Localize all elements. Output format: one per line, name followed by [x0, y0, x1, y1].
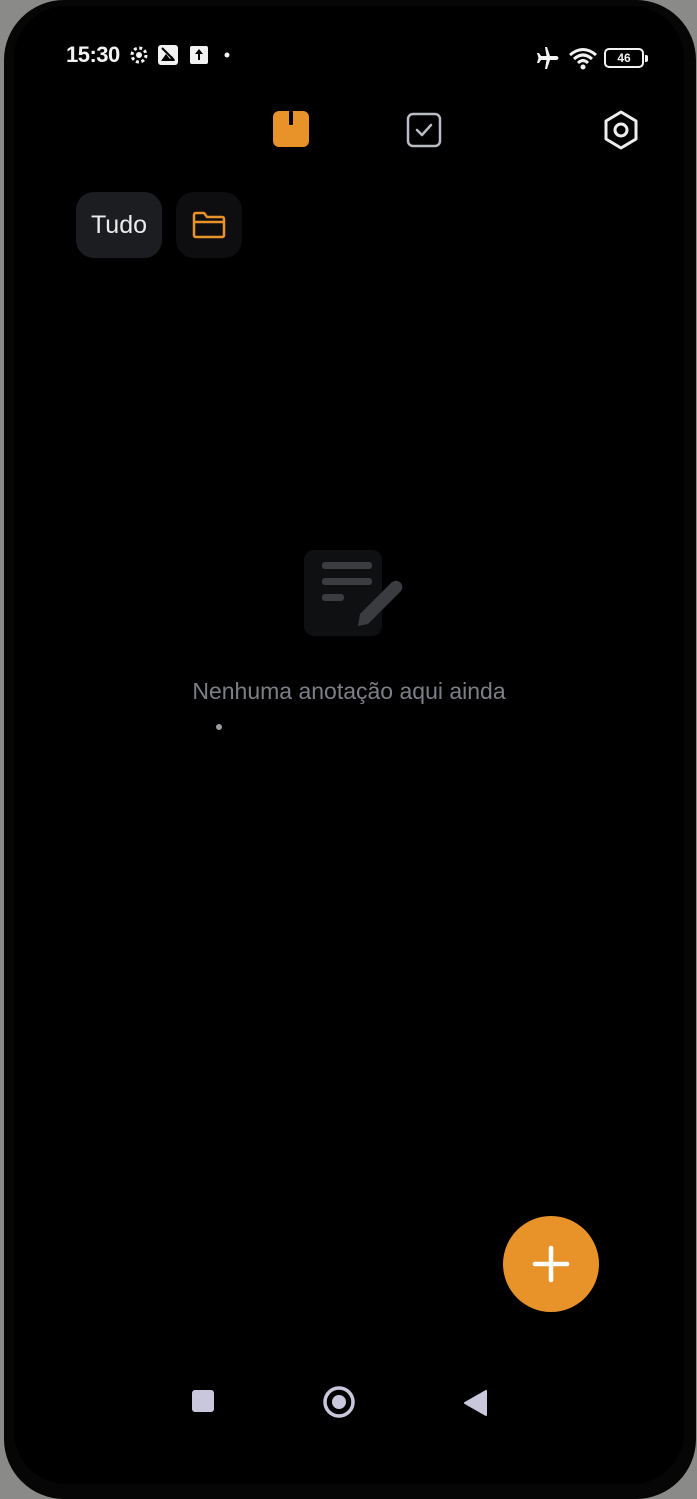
recents-square-icon[interactable] [191, 1389, 215, 1413]
phone-frame: 15:30 46 Tudo Nenhuma anotação aqui aind… [4, 0, 696, 1499]
battery-level: 46 [617, 51, 631, 65]
folder-icon [192, 211, 226, 239]
dot-icon [224, 52, 230, 58]
filter-all-chip[interactable]: Tudo [76, 192, 162, 258]
status-time: 15:30 [66, 42, 120, 67]
note-edit-icon [304, 550, 403, 636]
add-note-button[interactable] [503, 1216, 599, 1312]
status-bar: 15:30 46 [14, 6, 684, 106]
battery-icon: 46 [604, 48, 648, 68]
checkbox-tab-icon[interactable] [406, 112, 442, 148]
settings-gear-icon [130, 46, 148, 64]
upload-icon [190, 46, 208, 64]
dot-icon [216, 724, 222, 730]
photo-icon [158, 45, 178, 65]
filter-all-label: Tudo [90, 211, 148, 239]
airplane-mode-icon [537, 47, 559, 69]
note-tab-icon[interactable] [272, 110, 310, 148]
back-triangle-icon[interactable] [462, 1389, 488, 1417]
plus-icon [532, 1245, 570, 1283]
app-screen: 15:30 46 Tudo Nenhuma anotação aqui aind… [14, 6, 684, 1484]
hexagon-settings-icon[interactable] [602, 110, 640, 150]
home-circle-icon[interactable] [322, 1385, 356, 1419]
empty-state-message: Nenhuma anotação aqui ainda [192, 678, 506, 704]
wifi-icon [569, 48, 597, 70]
folder-filter-button[interactable] [176, 192, 242, 258]
